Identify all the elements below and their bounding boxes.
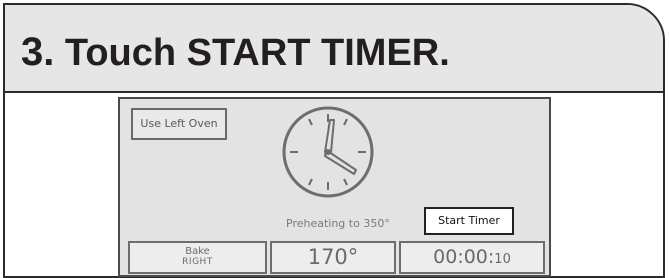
timer-cell[interactable]: 00:00:10 (399, 241, 545, 274)
timer-value: 00:00:10 (433, 246, 511, 268)
instruction-card: 3. Touch START TIMER. Use Left Oven Preh… (3, 3, 665, 278)
step-number: 3. (21, 30, 55, 74)
preheat-status: Preheating to 350° (286, 217, 390, 230)
oven-control-screen: Use Left Oven Preheating to 350° Start T… (118, 97, 551, 277)
instruction-header: 3. Touch START TIMER. (5, 5, 663, 93)
step-text: Touch START TIMER. (64, 32, 450, 74)
status-bar: Bake RIGHT 170° 00:00:10 (128, 241, 545, 274)
mode-name: Bake (185, 246, 210, 257)
temperature-value: 170° (307, 245, 359, 269)
clock-icon (282, 106, 374, 198)
step-instruction: 3. Touch START TIMER. (21, 30, 450, 74)
timer-main: 00:00: (433, 246, 495, 268)
start-timer-button[interactable]: Start Timer (424, 207, 514, 235)
timer-seconds: 10 (494, 252, 511, 267)
mode-side: RIGHT (182, 257, 213, 267)
temperature-cell[interactable]: 170° (270, 241, 396, 274)
bake-mode-cell[interactable]: Bake RIGHT (128, 241, 267, 274)
use-left-oven-button[interactable]: Use Left Oven (131, 108, 227, 140)
